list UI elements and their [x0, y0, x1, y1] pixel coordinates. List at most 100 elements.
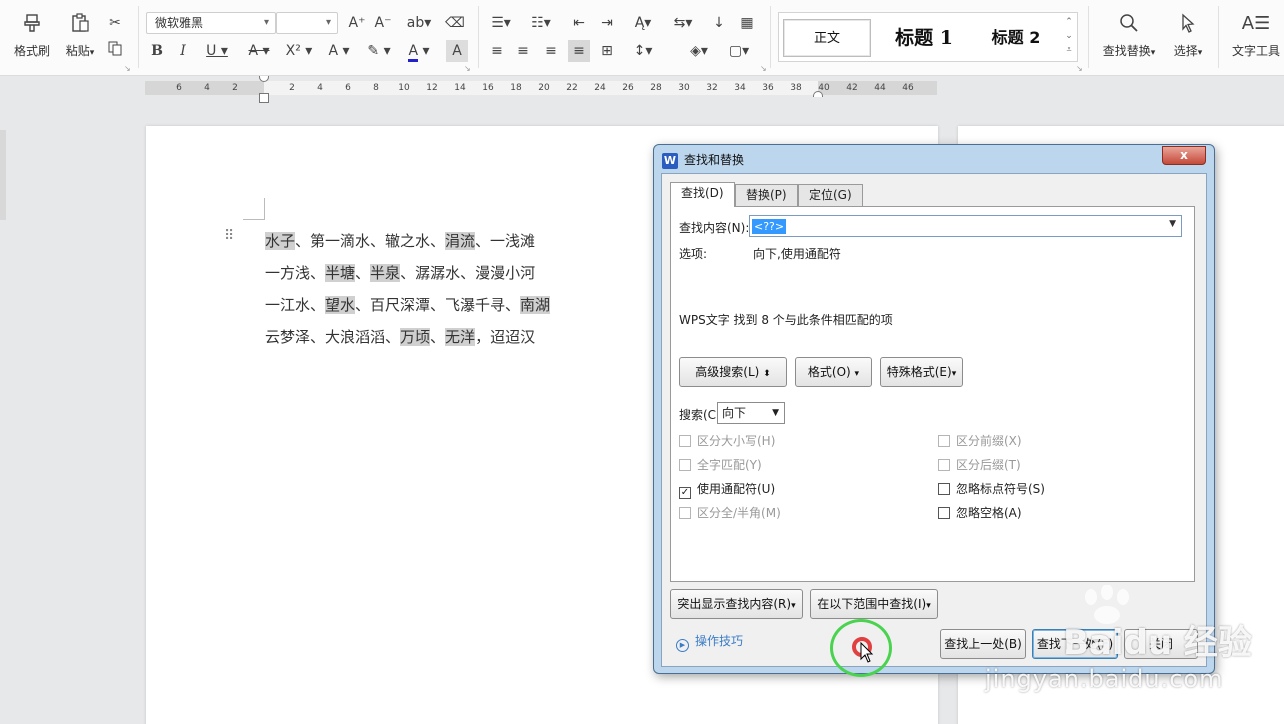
border-icon[interactable]: ▢▾: [724, 40, 754, 62]
align-right-icon[interactable]: ≡: [540, 40, 562, 62]
paragraph-drag-handle[interactable]: ⠿: [224, 228, 234, 244]
found-match-highlight: 半塘: [325, 264, 356, 282]
find-replace-label: 查找替换▾: [1102, 44, 1156, 58]
chevron-down-icon: ▼: [772, 408, 779, 418]
font-name-select[interactable]: 微软雅黑 ▾: [146, 12, 276, 34]
align-center-icon[interactable]: ≡: [512, 40, 534, 62]
document-text: 、: [355, 264, 371, 282]
line-spacing-icon[interactable]: ↕▾: [628, 40, 658, 62]
ruler-tick-label: 36: [762, 83, 774, 93]
align-left-icon[interactable]: ≡: [486, 40, 508, 62]
justify-icon[interactable]: ≡: [568, 40, 590, 62]
option-checkbox[interactable]: 忽略标点符号(S): [938, 481, 1045, 497]
text-effect-icon[interactable]: A ▾: [324, 40, 354, 62]
phonetic-guide-icon[interactable]: ab▾: [404, 12, 434, 34]
decrease-indent-icon[interactable]: ⇤: [568, 12, 590, 34]
superscript-icon[interactable]: X² ▾: [284, 40, 314, 62]
document-line[interactable]: 水子、第一滴水、辙之水、涓流、一浅滩: [265, 225, 535, 257]
result-message: WPS文字 找到 8 个与此条件相匹配的项: [679, 313, 893, 327]
collapse-icon: ⬍: [763, 369, 771, 379]
italic-icon[interactable]: I: [172, 40, 194, 62]
option-label: 区分前缀(X): [956, 434, 1022, 448]
chevron-down-icon[interactable]: ▼: [1169, 219, 1176, 229]
font-color-icon[interactable]: A ▾: [404, 40, 434, 62]
ruler-tick-label: 10: [398, 83, 410, 93]
left-indent-marker[interactable]: [259, 93, 269, 103]
distribute-icon[interactable]: ⊞: [596, 40, 618, 62]
horizontal-ruler[interactable]: 6 4 2 2 4 6 8 10 12 14 16 18 20 22 24 26 28 30 32 34 36 38 40 4…: [145, 76, 937, 103]
right-indent-marker[interactable]: [813, 91, 823, 97]
document-line[interactable]: 一江水、望水、百尺深潭、飞瀑千寻、南湖: [265, 289, 551, 321]
search-direction-select[interactable]: 向下 ▼: [717, 402, 785, 424]
copy-icon[interactable]: [104, 40, 126, 62]
format-button[interactable]: 格式(O) ▾: [795, 357, 872, 387]
text-direction-icon[interactable]: ⇆▾: [668, 12, 698, 34]
cut-icon[interactable]: ✂: [104, 12, 126, 34]
style-heading-2[interactable]: 标题 2: [977, 19, 1055, 57]
option-label: 使用通配符(U): [697, 482, 776, 496]
find-what-value: <??>: [752, 219, 787, 234]
chinese-layout-icon[interactable]: Ą▾: [628, 12, 658, 34]
sort-icon[interactable]: ↓: [708, 12, 730, 34]
style-normal[interactable]: 正文: [783, 19, 871, 57]
advanced-search-button[interactable]: 高级搜索(L) ⬍: [679, 357, 787, 387]
show-marks-icon[interactable]: ▦: [736, 12, 758, 34]
shading-icon[interactable]: ◈▾: [684, 40, 714, 62]
checkbox-icon: [679, 459, 691, 471]
option-checkbox[interactable]: 忽略空格(A): [938, 505, 1022, 521]
find-in-button[interactable]: 在以下范围中查找(I)▾: [810, 589, 938, 619]
format-painter-button[interactable]: 格式刷: [10, 12, 54, 59]
bold-icon[interactable]: B: [146, 40, 168, 62]
tab-goto[interactable]: 定位(G): [798, 184, 863, 206]
find-replace-button[interactable]: 查找替换▾: [1096, 12, 1162, 59]
ruler-tick-label: 42: [846, 83, 858, 93]
option-label: 全字匹配(Y): [697, 458, 762, 472]
numbered-list-icon[interactable]: ☷▾: [526, 12, 556, 34]
select-button[interactable]: 选择▾: [1166, 12, 1210, 59]
option-label: 忽略标点符号(S): [956, 482, 1045, 496]
char-shading-icon[interactable]: A: [446, 40, 468, 62]
format-painter-label: 格式刷: [13, 44, 50, 58]
find-previous-button[interactable]: 查找上一处(B): [940, 629, 1026, 659]
style-scroll-icon[interactable]: ⌃ ⌄ ⩡: [1063, 15, 1075, 59]
close-icon[interactable]: x: [1162, 146, 1206, 165]
highlight-found-button[interactable]: 突出显示查找内容(R)▾: [670, 589, 803, 619]
checkbox-icon: [679, 507, 691, 519]
special-format-button[interactable]: 特殊格式(E)▾: [880, 357, 963, 387]
format-painter-icon: [10, 12, 54, 36]
search-direction-label: 搜索(C): [679, 408, 721, 422]
document-line[interactable]: 一方浅、半塘、半泉、潺潺水、漫漫小河: [265, 257, 535, 289]
style-heading-1[interactable]: 标题 1: [879, 19, 969, 57]
text-tools-button[interactable]: A☰ 文字工具: [1228, 12, 1284, 59]
tips-link[interactable]: ▶ 操作技巧: [676, 633, 743, 652]
document-text: 、潺潺水、漫漫小河: [400, 264, 536, 282]
ruler-tick-label: 6: [176, 83, 182, 93]
tab-find[interactable]: 查找(D): [670, 182, 735, 207]
ruler-tick-label: 22: [566, 83, 578, 93]
option-checkbox[interactable]: ✓ 使用通配符(U): [679, 481, 776, 499]
paste-button[interactable]: 粘贴▾: [60, 12, 100, 59]
find-what-input[interactable]: <??> ▼: [749, 215, 1182, 237]
document-line[interactable]: 云梦泽、大浪滔滔、万顷、无洋，迢迢汉: [265, 321, 535, 353]
paste-label: 粘贴▾: [65, 44, 95, 58]
ruler-tick-label: 2: [232, 83, 238, 93]
grow-font-icon[interactable]: A⁺: [346, 12, 368, 34]
checkbox-icon[interactable]: [938, 507, 950, 519]
increase-indent-icon[interactable]: ⇥: [596, 12, 618, 34]
dialog-title-bar[interactable]: W 查找和替换: [662, 149, 744, 171]
shrink-font-icon[interactable]: A⁻: [372, 12, 394, 34]
tab-replace[interactable]: 替换(P): [735, 184, 798, 206]
dialog-title: 查找和替换: [684, 153, 745, 167]
strikethrough-icon[interactable]: A ▾: [244, 40, 274, 62]
underline-icon[interactable]: U ▾: [200, 40, 234, 62]
left-scroll-strip: [0, 130, 6, 220]
bullet-list-icon[interactable]: ☰▾: [486, 12, 516, 34]
ruler-tick-label: 46: [902, 83, 914, 93]
checkmark-icon[interactable]: ✓: [679, 487, 691, 499]
found-match-highlight: 南湖: [520, 296, 551, 314]
clear-format-icon[interactable]: ⌫: [444, 12, 466, 34]
font-size-select[interactable]: ▾: [276, 12, 338, 34]
option-label: 区分大小写(H): [697, 434, 776, 448]
checkbox-icon[interactable]: [938, 483, 950, 495]
highlight-icon[interactable]: ✎ ▾: [364, 40, 394, 62]
